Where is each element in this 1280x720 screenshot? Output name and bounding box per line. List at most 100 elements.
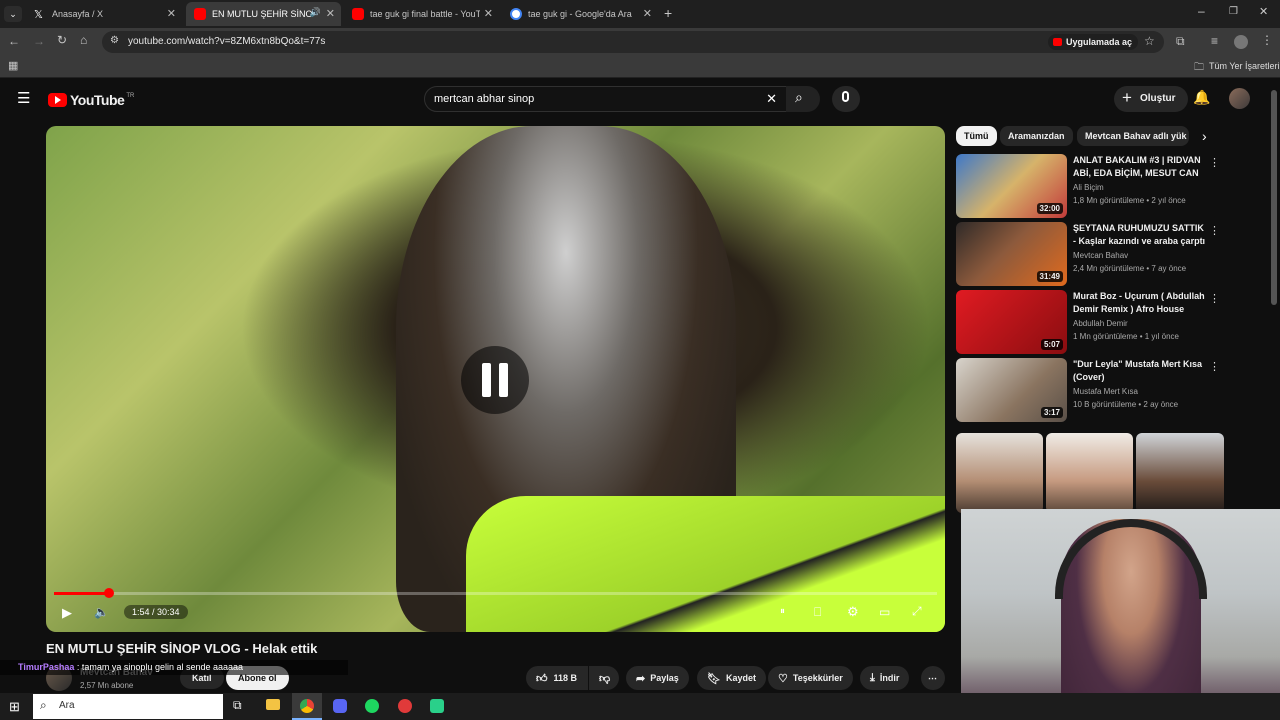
bookmark-star-icon[interactable]: ☆ [1144, 34, 1155, 48]
restore-button[interactable]: ❐ [1229, 6, 1238, 17]
video-thumbnail[interactable]: 31:49 [956, 222, 1067, 286]
youtube-logo[interactable]: YouTube TR [48, 92, 134, 108]
chip-channel-uploads[interactable]: Mevtcan Bahav adlı yük [1077, 126, 1189, 146]
spotify-icon[interactable] [365, 699, 379, 713]
page-scrollbar[interactable] [1271, 90, 1277, 305]
pause-overlay-button[interactable] [461, 346, 529, 414]
site-info-icon[interactable]: ⚙ [110, 35, 119, 46]
more-options-icon[interactable]: ⋮ [1209, 156, 1220, 169]
settings-gear-icon[interactable]: ⚙ [847, 604, 859, 620]
url-text[interactable]: youtube.com/watch?v=8ZM6xtn8bQo&t=77s [128, 36, 325, 47]
shorts-thumbnail[interactable] [1136, 433, 1224, 513]
all-bookmarks-link[interactable]: Tüm Yer İşaretleri [1209, 61, 1280, 71]
task-view-icon[interactable]: ⧉ [233, 698, 242, 713]
video-thumbnail[interactable]: 5:07 [956, 290, 1067, 354]
play-icon[interactable]: ▶ [62, 605, 72, 621]
video-thumbnail[interactable]: 32:00 [956, 154, 1067, 218]
download-button[interactable]: ⤓ İndir [860, 666, 910, 690]
thanks-heart-icon: ♡ [778, 672, 788, 685]
miniplayer-icon[interactable]: ▭ [879, 605, 890, 619]
chip-all[interactable]: Tümü [956, 126, 997, 146]
close-tab-icon[interactable]: ✕ [167, 7, 176, 20]
recommendation-item[interactable]: 32:00 ANLAT BAKALIM #3 | RIDVAN ABİ, EDA… [956, 154, 1226, 218]
dislike-button[interactable]: 👎︎ [589, 666, 619, 690]
search-input[interactable]: mertcan abhar sinop [434, 93, 534, 105]
more-options-icon[interactable]: ⋮ [1209, 224, 1220, 237]
tab-taegukgi-youtube[interactable]: tae guk gi final battle - YouTube ✕ [344, 2, 499, 26]
recommendation-item[interactable]: 5:07 Murat Boz - Uçurum ( Abdullah Demir… [956, 290, 1226, 354]
close-tab-icon[interactable]: ✕ [643, 7, 652, 20]
subtitles-icon[interactable]: ⎕ [814, 605, 821, 620]
close-tab-icon[interactable]: ✕ [484, 7, 493, 20]
folder-icon: 🗀 [1194, 62, 1204, 73]
time-display: 1:54 / 30:34 [124, 605, 188, 619]
notifications-bell-icon[interactable]: 🔔 [1193, 89, 1210, 106]
autoplay-toggle-icon[interactable]: ⏸ [780, 606, 785, 617]
tab-x-home[interactable]: 𝕏 Anasayfa / X ✕ [26, 2, 182, 26]
media-controls-icon[interactable]: ≡ [1211, 34, 1218, 48]
account-avatar[interactable] [1229, 88, 1250, 109]
download-icon: ⤓ [870, 671, 875, 684]
chrome-taskbar-icon[interactable] [292, 693, 322, 720]
minimize-button[interactable]: – [1198, 4, 1205, 18]
menu-dots-icon[interactable]: ⋮ [1261, 33, 1273, 47]
more-dots-icon: ⋯ [928, 672, 937, 683]
chat-text: tamam ya sinoplu gelin al sende aaaaaa [81, 662, 244, 672]
like-button[interactable]: 👍︎ 118 B [526, 666, 588, 690]
apps-grid-icon[interactable]: ▦ [8, 59, 18, 72]
browser-toolbar: ← → ↻ ⌂ ⚙ youtube.com/watch?v=8ZM6xtn8bQ… [0, 28, 1280, 56]
clear-search-icon[interactable]: ✕ [766, 91, 777, 107]
reload-icon[interactable]: ↻ [57, 33, 67, 47]
forward-icon[interactable]: → [33, 34, 45, 48]
thumbs-down-icon: 👎︎ [599, 672, 611, 685]
tab-youtube-vlog[interactable]: EN MUTLU ŞEHİR SİNOP VLOG 🔊 ✕ [186, 2, 341, 26]
speaker-icon[interactable]: 🔊 [310, 7, 321, 18]
new-tab-button[interactable]: + [664, 5, 672, 21]
tab-search-dropdown[interactable]: ⌄ [4, 6, 22, 22]
chat-user: TimurPashaa [18, 662, 75, 672]
video-thumbnail[interactable]: 3:17 [956, 358, 1067, 422]
progress-bar[interactable] [54, 588, 937, 598]
share-button[interactable]: ➦ Paylaş [626, 666, 689, 690]
file-explorer-icon[interactable] [266, 699, 280, 710]
plus-icon: + [1122, 88, 1132, 107]
video-player[interactable]: ▶ 🔈 1:54 / 30:34 ⏸ ⎕ ⚙ ▭ ⤢ [46, 126, 945, 632]
home-icon[interactable]: ⌂ [80, 33, 87, 47]
close-window-button[interactable]: ✕ [1259, 5, 1268, 18]
search-button[interactable]: ⌕ [786, 86, 820, 112]
chip-from-search[interactable]: Aramanızdan [1000, 126, 1073, 146]
app-green-icon[interactable] [430, 699, 444, 713]
close-tab-icon[interactable]: ✕ [326, 7, 335, 20]
more-options-icon[interactable]: ⋮ [1209, 292, 1220, 305]
recommendation-item[interactable]: 31:49 ŞEYTANA RUHUMUZU SATTIK - Kaşlar k… [956, 222, 1226, 286]
save-button[interactable]: 🔖︎ Kaydet [697, 666, 766, 690]
thumbs-up-icon: 👍︎ [536, 672, 548, 685]
recommendation-item[interactable]: 3:17 "Dur Leyla" Mustafa Mert Kısa (Cove… [956, 358, 1226, 422]
more-actions-button[interactable]: ⋯ [921, 666, 945, 690]
shorts-thumbnail[interactable] [1046, 433, 1133, 513]
search-icon: ⌕ [795, 89, 803, 105]
youtube-icon [1053, 38, 1062, 46]
back-icon[interactable]: ← [8, 34, 20, 48]
discord-icon[interactable] [333, 699, 347, 713]
voice-search-button[interactable] [832, 86, 860, 112]
progress-scrubber[interactable] [103, 588, 114, 598]
chips-next-chevron-icon[interactable]: › [1202, 128, 1207, 144]
address-bar[interactable]: ⚙ youtube.com/watch?v=8ZM6xtn8bQo&t=77s … [102, 31, 1164, 53]
extensions-icon[interactable]: ⧉ [1176, 34, 1185, 49]
open-in-app-button[interactable]: Uygulamada aç [1048, 34, 1139, 50]
browser-tab-strip: ⌄ 𝕏 Anasayfa / X ✕ EN MUTLU ŞEHİR SİNOP … [0, 0, 1280, 28]
taskbar-search-box[interactable]: ⌕ Ara [33, 694, 223, 719]
youtube-play-logo-icon [48, 93, 67, 107]
shorts-thumbnail[interactable] [956, 433, 1043, 513]
windows-start-icon[interactable]: ⊞ [9, 699, 20, 715]
profile-avatar[interactable] [1234, 35, 1248, 49]
volume-icon[interactable]: 🔈 [94, 605, 109, 619]
tab-google-search[interactable]: tae guk gi - Google'da Ara ✕ [502, 2, 658, 26]
app-red-icon[interactable] [398, 699, 412, 713]
more-options-icon[interactable]: ⋮ [1209, 360, 1220, 373]
create-button[interactable]: + Oluştur [1114, 86, 1188, 112]
thanks-button[interactable]: ♡ Teşekkürler [768, 666, 853, 690]
hamburger-menu-icon[interactable]: ☰ [17, 89, 30, 107]
fullscreen-icon[interactable]: ⤢ [912, 604, 922, 619]
